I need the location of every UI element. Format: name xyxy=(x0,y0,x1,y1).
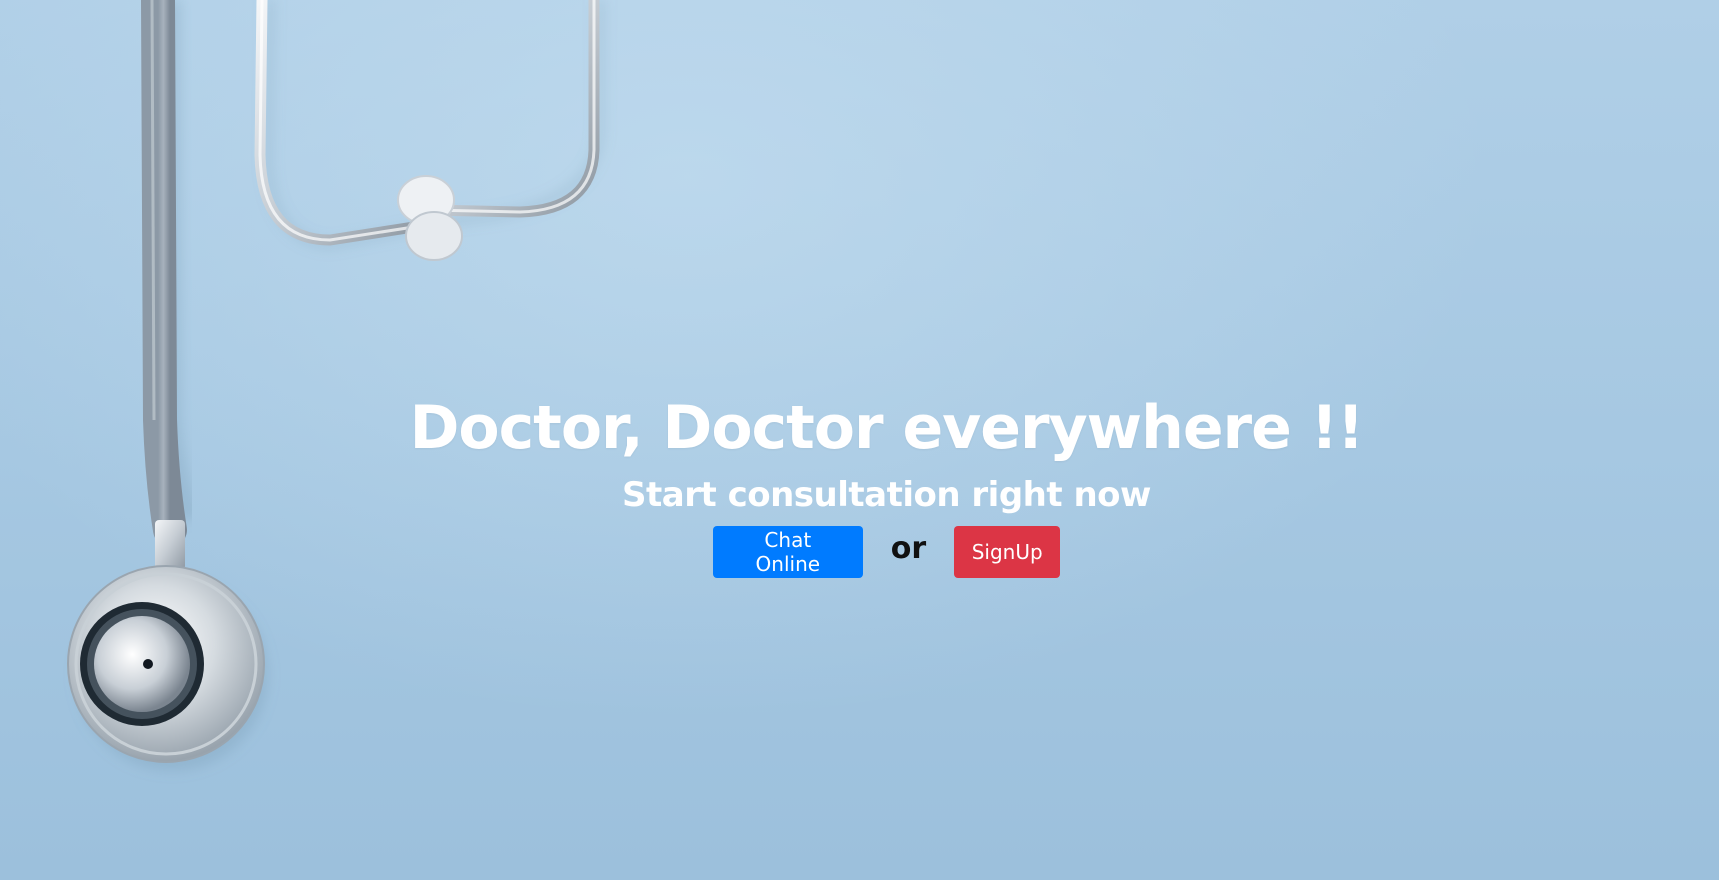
hero-content: Doctor, Doctor everywhere !! Start consu… xyxy=(0,398,1719,578)
or-separator: or xyxy=(890,530,927,566)
cta-group: Chat Online or SignUp xyxy=(0,526,1719,578)
chat-online-button[interactable]: Chat Online xyxy=(712,526,863,578)
page-subtitle: Start consultation right now xyxy=(622,475,1151,515)
hero-section: Doctor, Doctor everywhere !! Start consu… xyxy=(0,0,1719,880)
page-title: Doctor, Doctor everywhere !! xyxy=(409,393,1365,463)
signup-button[interactable]: SignUp xyxy=(954,526,1061,578)
